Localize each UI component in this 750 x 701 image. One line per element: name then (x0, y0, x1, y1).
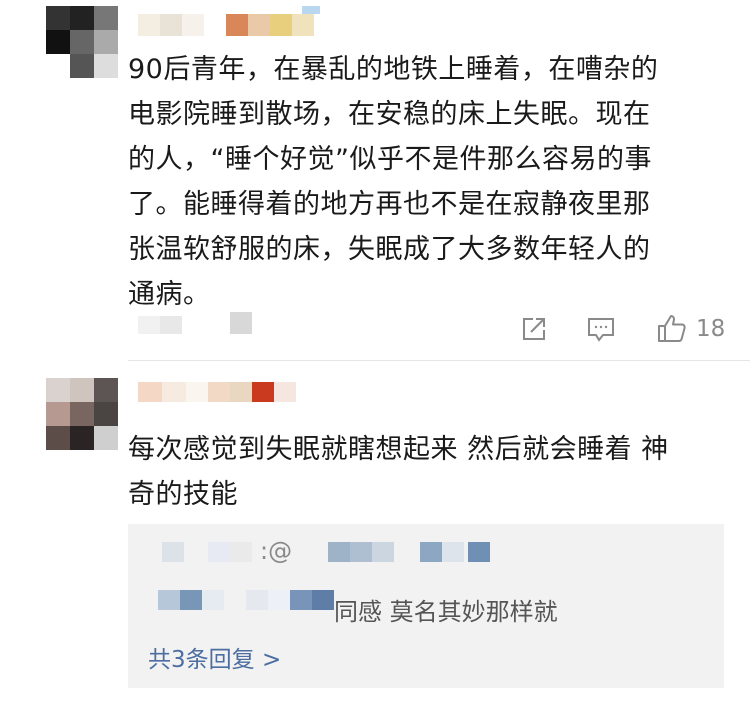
reply-preview-box[interactable]: :@ 同感 莫名其妙那样就 共3条回复 > (128, 524, 724, 688)
thumbs-up-icon[interactable] (656, 312, 688, 348)
username-blurred[interactable] (138, 6, 328, 40)
reply-username-blurred (158, 540, 490, 564)
more-replies-link[interactable]: 共3条回复 > (148, 640, 281, 674)
share-icon[interactable] (520, 315, 548, 347)
divider (128, 360, 750, 361)
comment-meta-blurred (138, 312, 258, 334)
comment-text: 每次感觉到失眠就瞎想起来 然后就会睡着 神 奇的技能 (128, 434, 669, 510)
comment-text: 90后青年，在暴乱的地铁上睡着，在嘈杂的 电影院睡到散场，在安稳的床上失眠。现在… (128, 54, 659, 310)
avatar[interactable] (46, 378, 118, 450)
reply-mention-prefix: :@ (260, 537, 293, 565)
comment-icon[interactable] (586, 315, 616, 347)
avatar[interactable] (46, 6, 118, 78)
username-blurred[interactable] (138, 380, 308, 404)
reply-text: 同感 莫名其妙那样就 (334, 598, 558, 626)
reply-username-blurred (158, 588, 334, 612)
like-count: 18 (696, 316, 726, 342)
